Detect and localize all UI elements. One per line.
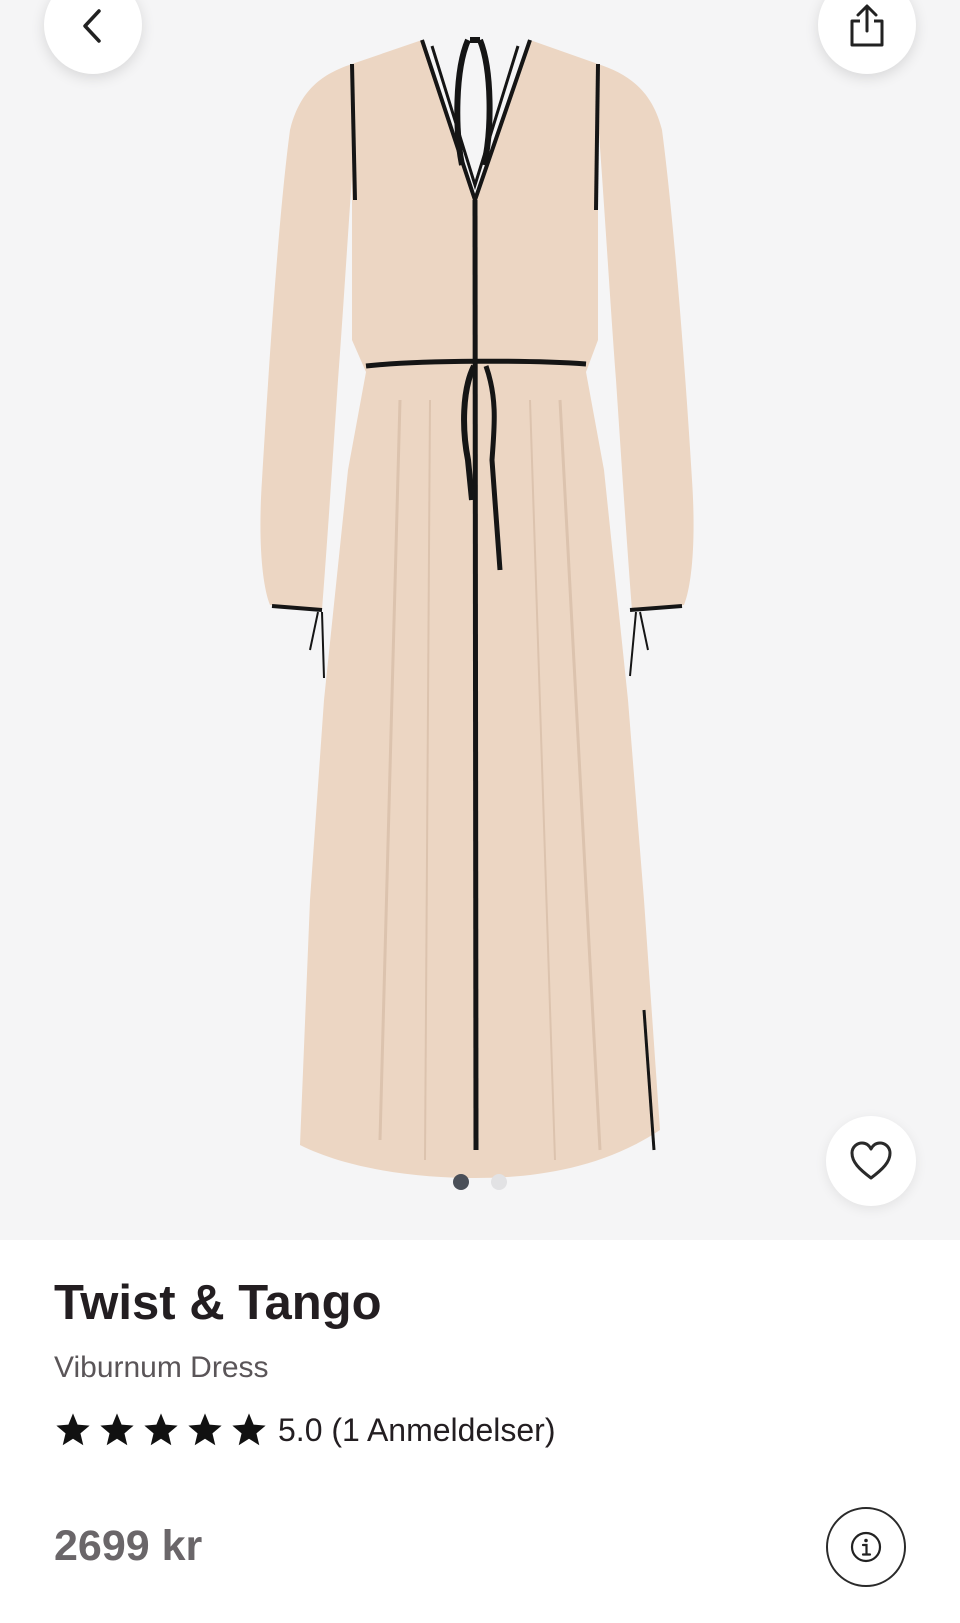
- star-icon: [100, 1413, 134, 1446]
- pagination-dot[interactable]: [453, 1174, 469, 1190]
- info-icon: [850, 1531, 882, 1563]
- product-image-gallery[interactable]: [0, 0, 960, 1240]
- star-icon: [232, 1413, 266, 1446]
- image-pagination: [0, 1174, 960, 1190]
- brand-name[interactable]: Twist & Tango: [54, 1275, 382, 1331]
- chevron-left-icon: [83, 9, 101, 43]
- pagination-dot[interactable]: [491, 1174, 507, 1190]
- star-icon: [188, 1413, 222, 1446]
- rating-summary: 5.0 (1 Anmeldelser): [278, 1411, 556, 1448]
- rating-stars: [54, 1411, 268, 1449]
- star-icon: [144, 1413, 178, 1446]
- star-icon: [56, 1413, 90, 1446]
- share-icon: [850, 4, 884, 47]
- product-price: 2699 kr: [54, 1522, 203, 1570]
- info-button[interactable]: [826, 1507, 906, 1587]
- favorite-button[interactable]: [826, 1116, 916, 1206]
- product-image: [260, 37, 694, 1178]
- product-rating[interactable]: 5.0 (1 Anmeldelser): [54, 1411, 555, 1449]
- product-title: Viburnum Dress: [54, 1351, 269, 1384]
